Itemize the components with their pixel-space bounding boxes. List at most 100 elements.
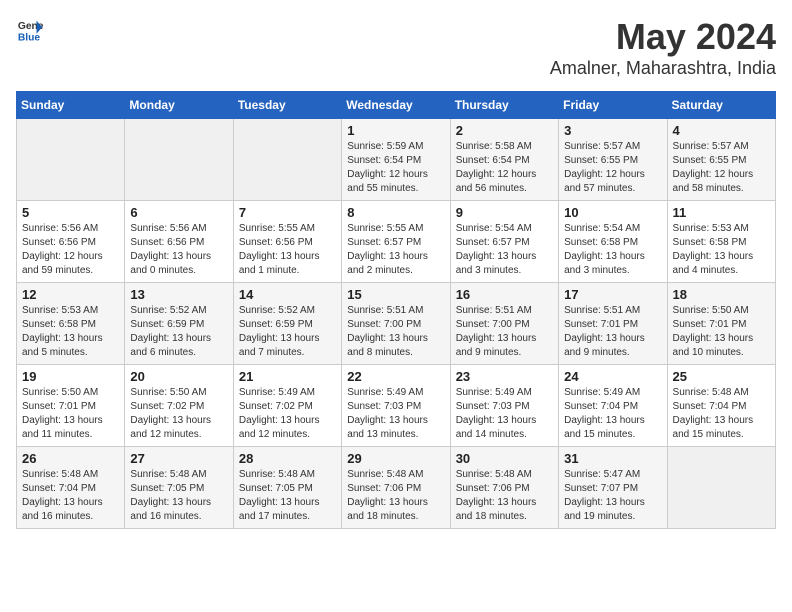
day-info: Sunrise: 5:59 AMSunset: 6:54 PMDaylight:…: [347, 140, 444, 196]
day-number: 25: [673, 369, 770, 384]
calendar-cell: [667, 447, 775, 529]
subtitle: Amalner, Maharashtra, India: [550, 58, 776, 79]
day-info: Sunrise: 5:53 AMSunset: 6:58 PMDaylight:…: [673, 222, 770, 278]
day-number: 13: [130, 287, 227, 302]
day-info: Sunrise: 5:51 AMSunset: 7:00 PMDaylight:…: [456, 304, 553, 360]
calendar-cell: 8 Sunrise: 5:55 AMSunset: 6:57 PMDaylight…: [342, 201, 450, 283]
day-number: 24: [564, 369, 661, 384]
calendar-cell: 20 Sunrise: 5:50 AMSunset: 7:02 PMDayligh…: [125, 365, 233, 447]
day-info: Sunrise: 5:50 AMSunset: 7:02 PMDaylight:…: [130, 386, 227, 442]
day-number: 9: [456, 205, 553, 220]
day-number: 19: [22, 369, 119, 384]
day-header-wednesday: Wednesday: [342, 92, 450, 119]
day-number: 22: [347, 369, 444, 384]
calendar-cell: 2Sunrise: 5:58 AMSunset: 6:54 PMDaylight…: [450, 119, 558, 201]
day-info: Sunrise: 5:49 AMSunset: 7:03 PMDaylight:…: [347, 386, 444, 442]
calendar-cell: 24 Sunrise: 5:49 AMSunset: 7:04 PMDayligh…: [559, 365, 667, 447]
day-info: Sunrise: 5:51 AMSunset: 7:01 PMDaylight:…: [564, 304, 661, 360]
calendar-cell: 25 Sunrise: 5:48 AMSunset: 7:04 PMDayligh…: [667, 365, 775, 447]
calendar-cell: 17Sunrise: 5:51 AMSunset: 7:01 PMDayligh…: [559, 283, 667, 365]
day-number: 4: [673, 123, 770, 138]
day-number: 11: [673, 205, 770, 220]
calendar-week-5: 26Sunrise: 5:48 AMSunset: 7:04 PMDayligh…: [17, 447, 776, 529]
day-info: Sunrise: 5:48 AMSunset: 7:06 PMDaylight:…: [456, 468, 553, 524]
day-number: 29: [347, 451, 444, 466]
calendar-week-1: 1 Sunrise: 5:59 AMSunset: 6:54 PMDaylight…: [17, 119, 776, 201]
day-info: Sunrise: 5:48 AMSunset: 7:05 PMDaylight:…: [239, 468, 336, 524]
calendar-cell: 4 Sunrise: 5:57 AMSunset: 6:55 PMDaylight…: [667, 119, 775, 201]
calendar-cell: 29 Sunrise: 5:48 AMSunset: 7:06 PMDayligh…: [342, 447, 450, 529]
logo-icon: General Blue: [16, 16, 44, 44]
main-title: May 2024: [550, 16, 776, 58]
day-number: 30: [456, 451, 553, 466]
page-header: General Blue May 2024 Amalner, Maharasht…: [16, 16, 776, 79]
day-number: 7: [239, 205, 336, 220]
day-info: Sunrise: 5:54 AMSunset: 6:58 PMDaylight:…: [564, 222, 661, 278]
calendar-cell: 12Sunrise: 5:53 AMSunset: 6:58 PMDayligh…: [17, 283, 125, 365]
calendar-cell: 14 Sunrise: 5:52 AMSunset: 6:59 PMDayligh…: [233, 283, 341, 365]
day-info: Sunrise: 5:52 AMSunset: 6:59 PMDaylight:…: [239, 304, 336, 360]
day-number: 10: [564, 205, 661, 220]
day-number: 23: [456, 369, 553, 384]
calendar-cell: 3Sunrise: 5:57 AMSunset: 6:55 PMDaylight…: [559, 119, 667, 201]
day-info: Sunrise: 5:52 AMSunset: 6:59 PMDaylight:…: [130, 304, 227, 360]
day-info: Sunrise: 5:49 AMSunset: 7:03 PMDaylight:…: [456, 386, 553, 442]
day-info: Sunrise: 5:55 AMSunset: 6:57 PMDaylight:…: [347, 222, 444, 278]
day-number: 6: [130, 205, 227, 220]
calendar-cell: 31Sunrise: 5:47 AMSunset: 7:07 PMDayligh…: [559, 447, 667, 529]
calendar-cell: 19 Sunrise: 5:50 AMSunset: 7:01 PMDayligh…: [17, 365, 125, 447]
calendar-cell: 27 Sunrise: 5:48 AMSunset: 7:05 PMDayligh…: [125, 447, 233, 529]
calendar-cell: 9 Sunrise: 5:54 AMSunset: 6:57 PMDaylight…: [450, 201, 558, 283]
day-number: 21: [239, 369, 336, 384]
day-number: 14: [239, 287, 336, 302]
day-number: 20: [130, 369, 227, 384]
day-info: Sunrise: 5:49 AMSunset: 7:04 PMDaylight:…: [564, 386, 661, 442]
calendar-week-3: 12Sunrise: 5:53 AMSunset: 6:58 PMDayligh…: [17, 283, 776, 365]
calendar-cell: 30 Sunrise: 5:48 AMSunset: 7:06 PMDayligh…: [450, 447, 558, 529]
calendar-cell: 10 Sunrise: 5:54 AMSunset: 6:58 PMDayligh…: [559, 201, 667, 283]
day-number: 16: [456, 287, 553, 302]
day-number: 31: [564, 451, 661, 466]
calendar-cell: 15Sunrise: 5:51 AMSunset: 7:00 PMDayligh…: [342, 283, 450, 365]
day-info: Sunrise: 5:54 AMSunset: 6:57 PMDaylight:…: [456, 222, 553, 278]
day-info: Sunrise: 5:48 AMSunset: 7:06 PMDaylight:…: [347, 468, 444, 524]
day-info: Sunrise: 5:48 AMSunset: 7:04 PMDaylight:…: [22, 468, 119, 524]
calendar-cell: 18Sunrise: 5:50 AMSunset: 7:01 PMDayligh…: [667, 283, 775, 365]
day-header-monday: Monday: [125, 92, 233, 119]
calendar-cell: [233, 119, 341, 201]
calendar-cell: 1 Sunrise: 5:59 AMSunset: 6:54 PMDaylight…: [342, 119, 450, 201]
calendar-cell: 6 Sunrise: 5:56 AMSunset: 6:56 PMDaylight…: [125, 201, 233, 283]
day-info: Sunrise: 5:51 AMSunset: 7:00 PMDaylight:…: [347, 304, 444, 360]
day-header-thursday: Thursday: [450, 92, 558, 119]
calendar-week-4: 19 Sunrise: 5:50 AMSunset: 7:01 PMDayligh…: [17, 365, 776, 447]
day-number: 1: [347, 123, 444, 138]
day-info: Sunrise: 5:56 AMSunset: 6:56 PMDaylight:…: [130, 222, 227, 278]
day-header-sunday: Sunday: [17, 92, 125, 119]
day-number: 5: [22, 205, 119, 220]
calendar-cell: 7 Sunrise: 5:55 AMSunset: 6:56 PMDaylight…: [233, 201, 341, 283]
svg-text:Blue: Blue: [18, 32, 41, 43]
calendar-header-row: SundayMondayTuesdayWednesdayThursdayFrid…: [17, 92, 776, 119]
day-info: Sunrise: 5:50 AMSunset: 7:01 PMDaylight:…: [22, 386, 119, 442]
calendar-cell: [125, 119, 233, 201]
calendar-cell: 26Sunrise: 5:48 AMSunset: 7:04 PMDayligh…: [17, 447, 125, 529]
day-number: 12: [22, 287, 119, 302]
day-header-saturday: Saturday: [667, 92, 775, 119]
day-header-tuesday: Tuesday: [233, 92, 341, 119]
day-number: 8: [347, 205, 444, 220]
calendar-cell: 21 Sunrise: 5:49 AMSunset: 7:02 PMDayligh…: [233, 365, 341, 447]
calendar-cell: 11 Sunrise: 5:53 AMSunset: 6:58 PMDayligh…: [667, 201, 775, 283]
day-info: Sunrise: 5:57 AMSunset: 6:55 PMDaylight:…: [673, 140, 770, 196]
calendar-cell: 22 Sunrise: 5:49 AMSunset: 7:03 PMDayligh…: [342, 365, 450, 447]
day-info: Sunrise: 5:48 AMSunset: 7:05 PMDaylight:…: [130, 468, 227, 524]
day-info: Sunrise: 5:58 AMSunset: 6:54 PMDaylight:…: [456, 140, 553, 196]
day-info: Sunrise: 5:55 AMSunset: 6:56 PMDaylight:…: [239, 222, 336, 278]
day-info: Sunrise: 5:56 AMSunset: 6:56 PMDaylight:…: [22, 222, 119, 278]
day-header-friday: Friday: [559, 92, 667, 119]
day-number: 27: [130, 451, 227, 466]
logo: General Blue: [16, 16, 44, 44]
day-info: Sunrise: 5:48 AMSunset: 7:04 PMDaylight:…: [673, 386, 770, 442]
day-info: Sunrise: 5:49 AMSunset: 7:02 PMDaylight:…: [239, 386, 336, 442]
day-number: 3: [564, 123, 661, 138]
calendar-cell: 16 Sunrise: 5:51 AMSunset: 7:00 PMDayligh…: [450, 283, 558, 365]
